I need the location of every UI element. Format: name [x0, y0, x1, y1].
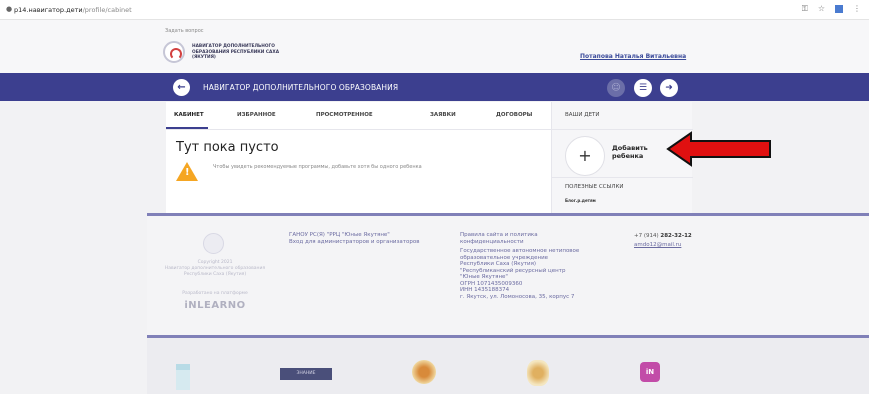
site-header: Задать вопрос НАВИГАТОР ДОПОЛНИТЕЛЬНОГО …	[0, 20, 869, 73]
tab-viewed[interactable]: ПРОСМОТРЕННОЕ	[316, 112, 373, 118]
filter-icon[interactable]: ☰	[634, 79, 652, 97]
footer-links: ГАНОУ РС(Я) "РРЦ "Юные Якутяне" Вход для…	[289, 232, 434, 245]
user-icon[interactable]: ☺	[607, 79, 625, 97]
footer-copyright: Copyright 2021 Навигатор дополнительного…	[160, 260, 270, 278]
tabs-divider	[166, 129, 551, 130]
nav-title: НАВИГАТОР ДОПОЛНИТЕЛЬНОГО ОБРАЗОВАНИЯ	[203, 83, 399, 92]
empty-state-title: Тут пока пусто	[176, 140, 279, 155]
add-child-label-line2: ребенка	[612, 152, 644, 160]
useful-link[interactable]: Блог.р.детям	[565, 198, 596, 203]
children-title: ВАШИ ДЕТИ	[565, 112, 600, 118]
warning-icon	[176, 162, 198, 181]
footer-legal: Правила сайта и политика конфиденциально…	[460, 232, 580, 300]
extension-icon[interactable]	[835, 5, 843, 13]
browser-toolbar-icons: ⚿ ☆ ⋮	[802, 4, 861, 14]
add-child-label[interactable]: Добавить ребенка	[612, 144, 672, 160]
site-footer: Copyright 2021 Навигатор дополнительного…	[147, 216, 869, 335]
cabinet-tabs: КАБИНЕТ ИЗБРАННОЕ ПРОСМОТРЕННОЕ ЗАЯВКИ Д…	[166, 102, 551, 130]
partners-strip: ЗНАНИЕ iN	[147, 338, 869, 394]
copyright-org: Навигатор дополнительного образования Ре…	[164, 266, 266, 277]
logout-icon[interactable]: ➜	[660, 79, 678, 97]
org-name[interactable]: НАВИГАТОР ДОПОЛНИТЕЛЬНОГО ОБРАЗОВАНИЯ РЕ…	[192, 44, 302, 61]
empty-state-hint: Чтобы увидеть рекомендуемые программы, д…	[213, 164, 422, 170]
tab-cabinet[interactable]: КАБИНЕТ	[174, 112, 204, 118]
policy-link[interactable]: Правила сайта и политика конфиденциально…	[460, 232, 580, 245]
tab-favorites[interactable]: ИЗБРАННОЕ	[237, 112, 276, 118]
phone-number: 282-32-12	[660, 233, 692, 239]
legal-org: Государственное автономное нетиповое обр…	[460, 248, 580, 280]
phone-prefix: +7 (914)	[634, 233, 659, 239]
address-field[interactable]: p14.навигатор.дети/profile/cabinet	[14, 6, 132, 14]
partner-logo-znanie[interactable]: ЗНАНИЕ	[280, 368, 332, 380]
partner-logo-1[interactable]	[176, 364, 190, 390]
tab-contracts[interactable]: ДОГОВОРЫ	[496, 112, 532, 118]
partner-logo-in[interactable]: iN	[640, 362, 660, 382]
url-path: /profile/cabinet	[82, 6, 132, 14]
back-arrow-icon[interactable]: ←	[173, 79, 190, 96]
cabinet-card: КАБИНЕТ ИЗБРАННОЕ ПРОСМОТРЕННОЕ ЗАЯВКИ Д…	[166, 102, 693, 213]
ask-question-link[interactable]: Задать вопрос	[165, 28, 204, 34]
url-host: p14.навигатор.дети	[14, 6, 83, 14]
star-icon[interactable]: ☆	[818, 4, 825, 14]
partner-coat-of-arms-icon[interactable]	[527, 360, 549, 386]
navigator-logo-icon[interactable]	[163, 41, 185, 63]
user-name-link[interactable]: Потапова Наталья Витальевна	[580, 53, 686, 60]
tab-applications[interactable]: ЗАЯВКИ	[430, 112, 456, 118]
partner-emblem-icon[interactable]	[412, 360, 436, 384]
navigation-bar: ← НАВИГАТОР ДОПОЛНИТЕЛЬНОГО ОБРАЗОВАНИЯ …	[0, 73, 869, 101]
add-child-button[interactable]: +	[565, 136, 605, 176]
add-child-label-line1: Добавить	[612, 144, 648, 152]
key-icon[interactable]: ⚿	[802, 4, 808, 14]
lock-icon: ●	[6, 5, 13, 13]
legal-address: г. Якутск, ул. Ломоносова, 35, корпус 7	[460, 293, 575, 300]
footer-phone[interactable]: +7 (914) 282-32-12	[634, 233, 692, 239]
red-arrow-annotation	[666, 131, 771, 167]
inlearno-logo[interactable]: iNLEARNO	[160, 300, 270, 311]
useful-links-title: ПОЛЕЗНЫЕ ССЫЛКИ	[565, 184, 624, 190]
admin-login-link[interactable]: Вход для администраторов и организаторов	[289, 239, 434, 246]
browser-url-bar[interactable]: ● p14.навигатор.дети/profile/cabinet ⚿ ☆…	[0, 0, 869, 20]
footer-logo-icon	[203, 233, 224, 254]
side-divider	[552, 177, 693, 178]
footer-email[interactable]: amdo12@mail.ru	[634, 242, 681, 248]
menu-dots-icon[interactable]: ⋮	[853, 4, 861, 14]
made-by: Разработано на платформе	[182, 291, 248, 296]
